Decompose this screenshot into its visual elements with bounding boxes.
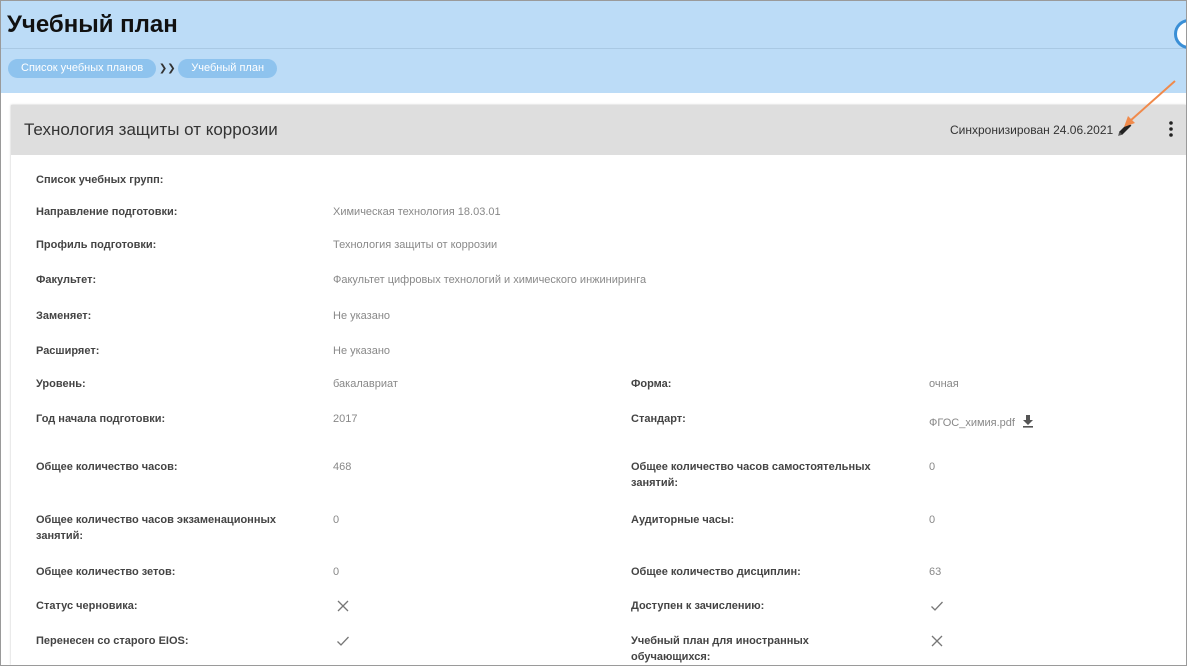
profile-label: Профиль подготовки: <box>36 239 157 251</box>
double-chevron-right-icon: ❯❯ <box>158 63 176 74</box>
breadcrumb-current-plan[interactable]: Учебный план <box>178 59 278 78</box>
form-label: Форма: <box>631 378 672 390</box>
direction-label: Направление подготовки: <box>36 206 178 218</box>
check-icon <box>337 636 349 646</box>
self-study-hours-label: Общее количество часов самостоятельных з… <box>631 461 871 489</box>
disciplines-value: 63 <box>929 566 942 578</box>
exam-hours-label: Общее количество часов экзаменационных з… <box>36 514 276 542</box>
sync-status: Синхронизирован 24.06.2021 <box>950 123 1114 137</box>
start-year-value: 2017 <box>333 413 358 425</box>
draft-status-label: Статус черновика: <box>36 600 138 612</box>
cross-icon <box>337 600 349 612</box>
plan-card-header: Технология защиты от коррозии Синхронизи… <box>11 105 1186 155</box>
classroom-hours-value: 0 <box>929 514 936 526</box>
level-label: Уровень: <box>36 378 86 390</box>
page-title: Учебный план <box>7 11 178 38</box>
self-study-hours-value: 0 <box>929 461 936 473</box>
more-vertical-icon[interactable] <box>1161 119 1181 139</box>
disciplines-label: Общее количество дисциплин: <box>631 566 801 578</box>
breadcrumb: Список учебных планов ❯❯ Учебный план <box>8 59 278 78</box>
pencil-icon[interactable] <box>1116 120 1134 138</box>
standard-file-link[interactable]: ФГОС_химия.pdf <box>929 415 1015 431</box>
total-hours-value: 468 <box>333 461 352 473</box>
migrated-label: Перенесен со старого EIOS: <box>36 635 189 647</box>
extends-value: Не указано <box>333 345 391 357</box>
help-circle-icon[interactable] <box>1174 19 1186 49</box>
app-window: Учебный план Список учебных планов ❯❯ Уч… <box>0 0 1187 666</box>
header-divider <box>1 48 1186 49</box>
level-value: бакалавриат <box>333 378 398 390</box>
total-hours-label: Общее количество часов: <box>36 461 178 473</box>
form-value: очная <box>929 378 959 390</box>
breadcrumb-plan-list[interactable]: Список учебных планов <box>8 59 157 78</box>
cross-icon <box>931 635 943 647</box>
plan-title: Технология защиты от коррозии <box>24 120 278 139</box>
profile-value: Технология защиты от коррозии <box>333 239 498 251</box>
download-icon[interactable] <box>1022 415 1034 428</box>
replaces-label: Заменяет: <box>36 310 92 322</box>
enroll-available-label: Доступен к зачислению: <box>631 600 765 612</box>
page-header: Учебный план Список учебных планов ❯❯ Уч… <box>1 1 1186 93</box>
plan-card: Технология защиты от коррозии Синхронизи… <box>11 105 1186 665</box>
credits-value: 0 <box>333 566 340 578</box>
extends-label: Расширяет: <box>36 345 100 357</box>
groups-label: Список учебных групп: <box>36 174 164 186</box>
credits-label: Общее количество зетов: <box>36 566 176 578</box>
check-icon <box>931 601 943 611</box>
replaces-value: Не указано <box>333 310 391 322</box>
start-year-label: Год начала подготовки: <box>36 413 166 425</box>
faculty-value: Факультет цифровых технологий и химическ… <box>333 274 647 286</box>
direction-value: Химическая технология 18.03.01 <box>333 206 501 218</box>
foreign-students-label: Учебный план для иностранных обучающихся… <box>631 635 809 663</box>
exam-hours-value: 0 <box>333 514 340 526</box>
faculty-label: Факультет: <box>36 274 97 286</box>
standard-label: Стандарт: <box>631 413 686 425</box>
classroom-hours-label: Аудиторные часы: <box>631 514 735 526</box>
